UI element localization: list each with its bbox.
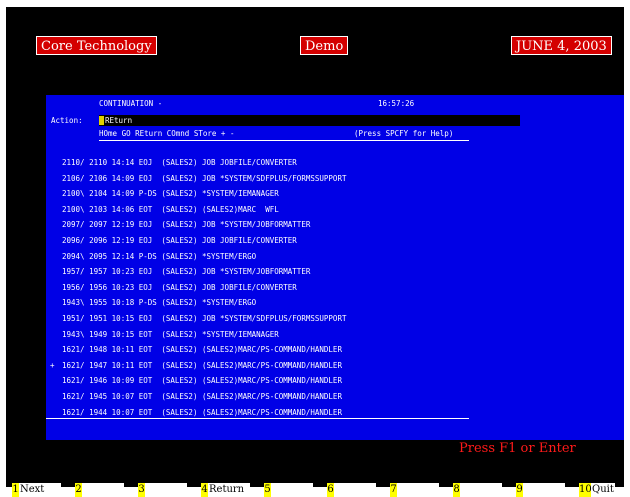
- row-marker: [50, 345, 62, 355]
- row-text: 1621/ 1945 10:07 EOT (SALES2) (SALES2)MA…: [62, 392, 342, 401]
- fkey-number: 10: [579, 483, 592, 497]
- row-text: 1621/ 1948 10:11 EOT (SALES2) (SALES2)MA…: [62, 345, 342, 355]
- fkey-number: 3: [138, 483, 145, 497]
- job-row[interactable]: 2106/ 2106 14:09 EOJ (SALES2) JOB *SYSTE…: [50, 174, 346, 184]
- job-row[interactable]: 1956/ 1956 10:23 EOJ (SALES2) JOB JOBFIL…: [50, 283, 297, 293]
- job-row[interactable]: 1621/ 1948 10:11 EOT (SALES2) (SALES2)MA…: [50, 345, 342, 355]
- job-row[interactable]: 1957/ 1957 10:23 EOJ (SALES2) JOB *SYSTE…: [50, 267, 310, 277]
- fkey-number: 1: [12, 483, 19, 497]
- action-label: Action:: [51, 116, 83, 125]
- job-row[interactable]: 2096/ 2096 12:19 EOJ (SALES2) JOB JOBFIL…: [50, 236, 297, 246]
- row-marker: [50, 298, 62, 308]
- fkey-2[interactable]: 2: [75, 483, 124, 497]
- row-text: 1621/ 1946 10:09 EOT (SALES2) (SALES2)MA…: [62, 376, 342, 386]
- row-text: 1621/ 1944 10:07 EOT (SALES2) (SALES2)MA…: [62, 407, 342, 417]
- row-text: 1951/ 1951 10:15 EOJ (SALES2) JOB *SYSTE…: [62, 314, 347, 323]
- fkey-label: [145, 484, 146, 495]
- row-marker: [50, 236, 62, 246]
- row-marker: [50, 158, 62, 168]
- fkey-4[interactable]: 4Return: [201, 483, 250, 497]
- row-text: 1943\ 1955 10:18 P-DS (SALES2) *SYSTEM/E…: [62, 298, 257, 308]
- row-text: 2106/ 2106 14:09 EOJ (SALES2) JOB *SYSTE…: [62, 173, 347, 183]
- help-hint: (Press SPCFY for Help): [354, 129, 454, 138]
- fkey-number: 7: [390, 483, 397, 497]
- row-text: 2096/ 2096 12:19 EOJ (SALES2) JOB JOBFIL…: [62, 236, 297, 245]
- fkey-label: [523, 484, 524, 495]
- fkey-9[interactable]: 9: [516, 483, 565, 497]
- fkey-8[interactable]: 8: [453, 483, 502, 497]
- fkey-1[interactable]: 1Next: [12, 483, 61, 497]
- text-cursor: [99, 116, 104, 125]
- row-marker: [50, 283, 62, 293]
- fkey-number: 6: [327, 483, 334, 497]
- row-marker: [50, 220, 62, 230]
- fkey-label: Next: [20, 484, 45, 495]
- job-row[interactable]: 1951/ 1951 10:15 EOJ (SALES2) JOB *SYSTE…: [50, 314, 346, 324]
- job-row[interactable]: 1621/ 1945 10:07 EOT (SALES2) (SALES2)MA…: [50, 392, 342, 402]
- fkey-number: 8: [453, 483, 460, 497]
- fkey-label: [460, 484, 461, 495]
- fkey-10[interactable]: 10Quit: [579, 483, 615, 497]
- row-text: 1957/ 1957 10:23 EOJ (SALES2) JOB *SYSTE…: [62, 267, 311, 277]
- fkey-label: Return: [209, 484, 245, 495]
- row-text: 2094\ 2095 12:14 P-DS (SALES2) *SYSTEM/E…: [62, 251, 257, 261]
- fkey-number: 4: [201, 483, 208, 497]
- job-row[interactable]: 2097/ 2097 12:19 EOJ (SALES2) JOB *SYSTE…: [50, 220, 310, 230]
- row-marker: [50, 314, 62, 324]
- fkey-3[interactable]: 3: [138, 483, 187, 497]
- fkey-number: 9: [516, 483, 523, 497]
- row-text: 2100\ 2104 14:09 P-DS (SALES2) *SYSTEM/I…: [62, 189, 279, 199]
- row-text: 2097/ 2097 12:19 EOJ (SALES2) JOB *SYSTE…: [62, 220, 311, 230]
- date-display: JUNE 4, 2003: [511, 36, 612, 55]
- fkey-label: [334, 484, 335, 495]
- fkey-label: [271, 484, 272, 495]
- row-text: 1956/ 1956 10:23 EOJ (SALES2) JOB JOBFIL…: [62, 282, 297, 292]
- row-marker: [50, 174, 62, 184]
- job-row[interactable]: 2110/ 2110 14:14 EOJ (SALES2) JOB JOBFIL…: [50, 158, 297, 168]
- row-marker: [50, 376, 62, 386]
- mode-badge: Demo: [300, 36, 349, 55]
- fkey-label: [82, 484, 83, 495]
- action-value: REturn: [105, 116, 133, 125]
- job-row[interactable]: 1621/ 1946 10:09 EOT (SALES2) (SALES2)MA…: [50, 376, 342, 386]
- job-row[interactable]: 1621/ 1944 10:07 EOT (SALES2) (SALES2)MA…: [50, 408, 342, 418]
- job-row[interactable]: 2100\ 2104 14:09 P-DS (SALES2) *SYSTEM/I…: [50, 189, 279, 199]
- job-row[interactable]: +1621/ 1947 10:11 EOT (SALES2) (SALES2)M…: [50, 361, 342, 371]
- footer-divider: [46, 418, 469, 419]
- row-text: 1943\ 1949 10:15 EOT (SALES2) *SYSTEM/IE…: [62, 329, 279, 339]
- row-marker: [50, 408, 62, 418]
- fkey-number: 2: [75, 483, 82, 497]
- header-divider: [99, 140, 469, 141]
- row-text: 2100\ 2103 14:06 EOT (SALES2) (SALES2)MA…: [62, 204, 279, 214]
- row-text: 2110/ 2110 14:14 EOJ (SALES2) JOB JOBFIL…: [62, 158, 297, 167]
- fkey-label: [397, 484, 398, 495]
- row-marker: [50, 330, 62, 340]
- row-marker: [50, 267, 62, 277]
- row-marker: [50, 392, 62, 402]
- command-list: HOme GO REturn COmnd STore + -: [99, 129, 235, 138]
- row-marker: +: [50, 360, 55, 370]
- fkey-7[interactable]: 7: [390, 483, 439, 497]
- app-title: Core Technology: [36, 36, 157, 55]
- row-text: 1621/ 1947 10:11 EOT (SALES2) (SALES2)MA…: [62, 360, 342, 370]
- screen-time: 16:57:26: [378, 99, 415, 108]
- row-marker: [50, 189, 62, 199]
- fkey-5[interactable]: 5: [264, 483, 313, 497]
- job-row[interactable]: 1943\ 1955 10:18 P-DS (SALES2) *SYSTEM/E…: [50, 298, 256, 308]
- screen-title: CONTINUATION -: [99, 99, 163, 108]
- action-input[interactable]: REturn: [99, 115, 520, 126]
- job-row[interactable]: 2094\ 2095 12:14 P-DS (SALES2) *SYSTEM/E…: [50, 252, 256, 262]
- fkey-label: Quit: [592, 484, 614, 495]
- terminal-window: Core Technology Demo JUNE 4, 2003 CONTIN…: [6, 7, 624, 497]
- row-marker: [50, 252, 62, 262]
- job-row[interactable]: 1943\ 1949 10:15 EOT (SALES2) *SYSTEM/IE…: [50, 330, 279, 340]
- fkey-number: 5: [264, 483, 271, 497]
- row-marker: [50, 205, 62, 215]
- enter-prompt: Press F1 or Enter: [459, 441, 576, 456]
- job-row[interactable]: 2100\ 2103 14:06 EOT (SALES2) (SALES2)MA…: [50, 205, 279, 215]
- fkey-6[interactable]: 6: [327, 483, 376, 497]
- terminal-screen: CONTINUATION - 16:57:26 Action: REturn H…: [46, 95, 624, 440]
